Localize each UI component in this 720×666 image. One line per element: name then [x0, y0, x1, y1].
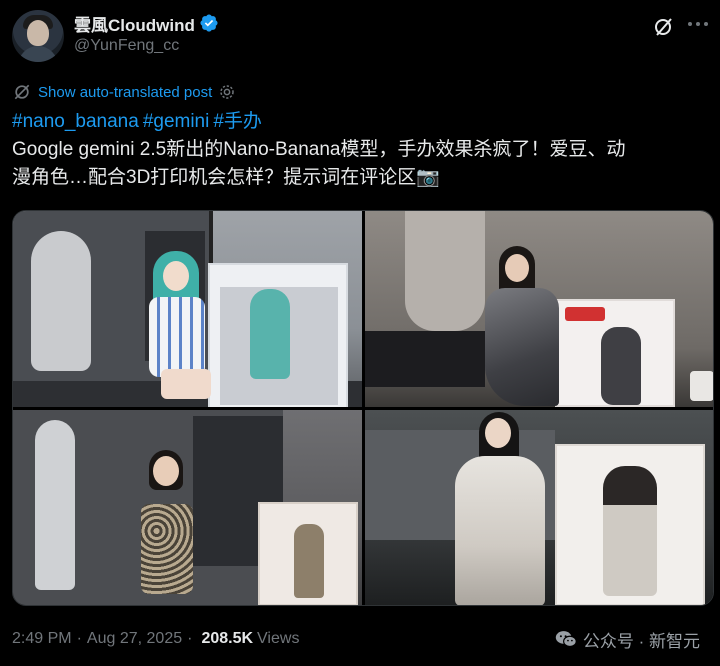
figure [143, 251, 213, 401]
views-count: 208.5K [201, 630, 254, 647]
more-options-icon[interactable] [688, 22, 708, 28]
avatar-body [18, 46, 58, 62]
tweet-header: 雲風Cloudwind @YunFeng_cc [12, 8, 708, 64]
tweet-time[interactable]: 2:49 PM [12, 630, 72, 648]
hashtag-gemini[interactable]: #gemini [143, 111, 210, 132]
figure-box [555, 299, 675, 407]
handle[interactable]: @YunFeng_cc [74, 37, 219, 55]
tweet-body-line-1: Google gemini 2.5新出的Nano-Banana模型，手办效果杀疯… [12, 139, 626, 160]
display-name-row[interactable]: 雲風Cloudwind [74, 11, 219, 35]
3d-model-sculpt [31, 231, 91, 371]
author-names: 雲風Cloudwind @YunFeng_cc [74, 11, 219, 55]
auto-translate-label[interactable]: Show auto-translated post [38, 84, 212, 101]
gear-icon[interactable] [218, 83, 236, 101]
hashtag-figure[interactable]: #手办 [213, 111, 262, 132]
auto-translate-link[interactable]: Show auto-translated post [12, 80, 236, 104]
photo-white-gown-figure[interactable] [365, 410, 713, 605]
tweet-body-line-2: 漫角色…配合3D打印机会怎样？提示词在评论区📷 [12, 167, 440, 188]
figure-box [208, 263, 348, 407]
hashtag-nano-banana[interactable]: #nano_banana [12, 111, 139, 132]
media-grid [12, 210, 714, 606]
monitor [365, 331, 485, 387]
figure [445, 410, 555, 605]
photo-silver-dress-figure[interactable] [365, 211, 713, 407]
separator: · [76, 630, 82, 647]
verified-badge-icon [200, 14, 218, 32]
photo-teal-hair-figure[interactable] [13, 211, 362, 407]
figure [485, 246, 565, 406]
figure [133, 450, 203, 605]
tweet-text: #nano_banana #gemini #手办 Google gemini 2.5… [12, 108, 708, 192]
figure-box [555, 444, 705, 605]
translate-icon [14, 84, 30, 100]
display-name[interactable]: 雲風Cloudwind [74, 11, 195, 36]
tweet-date[interactable]: Aug 27, 2025 [87, 630, 182, 648]
watermark-text: 公众号 · 新智元 [582, 631, 700, 651]
3d-model-sculpt [35, 420, 75, 590]
separator: · [187, 630, 193, 647]
grok-icon[interactable] [652, 14, 676, 38]
views-label: Views [257, 630, 300, 647]
hashtags: #nano_banana #gemini #手办 [12, 108, 708, 136]
avatar-face [27, 20, 49, 46]
avatar[interactable] [12, 10, 64, 62]
figure-box [258, 502, 358, 605]
mug [690, 371, 713, 401]
watermark: 公众号 · 新智元 [555, 626, 700, 652]
wechat-icon [555, 631, 577, 648]
tweet-meta: 2:49 PM · Aug 27, 2025 · 208.5K Views [12, 626, 299, 652]
photo-sequin-dress-figure[interactable] [13, 410, 362, 605]
wall-art [405, 211, 485, 331]
